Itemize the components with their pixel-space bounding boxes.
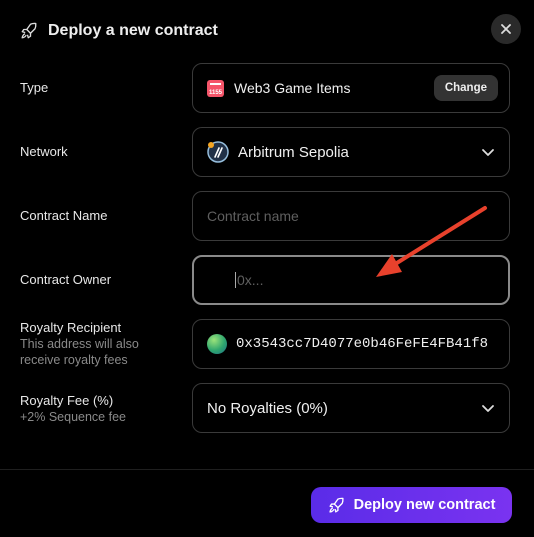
chevron-down-icon [482, 405, 494, 412]
chevron-down-icon [482, 149, 494, 156]
footer-divider [0, 469, 534, 470]
royalty-recipient-label-group: Royalty Recipient This address will also… [20, 320, 170, 368]
royalty-fee-label-group: Royalty Fee (%) +2% Sequence fee [20, 392, 126, 425]
royalty-recipient-value: 0x3543cc7D4077e0b46FeFE4FB41f8 [236, 336, 489, 352]
royalty-fee-select[interactable]: No Royalties (0%) [192, 383, 510, 433]
deploy-button-label: Deploy new contract [353, 497, 496, 513]
royalty-fee-value: No Royalties (0%) [207, 399, 328, 417]
rocket-icon [21, 22, 37, 39]
modal-header: Deploy a new contract [20, 22, 218, 40]
royalty-fee-label: Royalty Fee (%) [20, 393, 114, 408]
contract-name-input[interactable]: Contract name [192, 191, 510, 241]
rocket-icon [329, 497, 344, 513]
wallet-avatar-icon [207, 334, 227, 354]
contract-owner-input[interactable]: 0x... [192, 255, 510, 305]
text-cursor [235, 272, 236, 288]
type-value: Web3 Game Items [234, 80, 351, 96]
arbitrum-icon [207, 141, 229, 163]
modal-title: Deploy a new contract [48, 22, 218, 39]
network-label: Network [20, 144, 68, 159]
contract-name-placeholder: Contract name [207, 208, 299, 224]
network-select[interactable]: Arbitrum Sepolia [192, 127, 510, 177]
contract-name-label: Contract Name [20, 208, 108, 223]
royalty-recipient-input[interactable]: 0x3543cc7D4077e0b46FeFE4FB41f8 [192, 319, 510, 369]
type-field: 1155 Web3 Game Items Change [192, 63, 510, 113]
deploy-contract-button[interactable]: Deploy new contract [311, 487, 512, 523]
close-icon [501, 24, 511, 34]
change-type-button[interactable]: Change [433, 75, 498, 101]
type-label: Type [20, 80, 49, 95]
royalty-recipient-label: Royalty Recipient [20, 320, 122, 335]
contract-owner-label: Contract Owner [20, 272, 112, 287]
royalty-recipient-sublabel: This address will also receive royalty f… [20, 337, 139, 367]
contract-owner-placeholder: 0x... [237, 272, 264, 288]
royalty-fee-sublabel: +2% Sequence fee [20, 410, 126, 424]
deploy-contract-modal: Deploy a new contract Type 1155 Web3 Gam… [0, 0, 534, 537]
network-value: Arbitrum Sepolia [238, 143, 349, 161]
close-button[interactable] [491, 14, 521, 44]
erc1155-badge-icon: 1155 [207, 79, 224, 97]
